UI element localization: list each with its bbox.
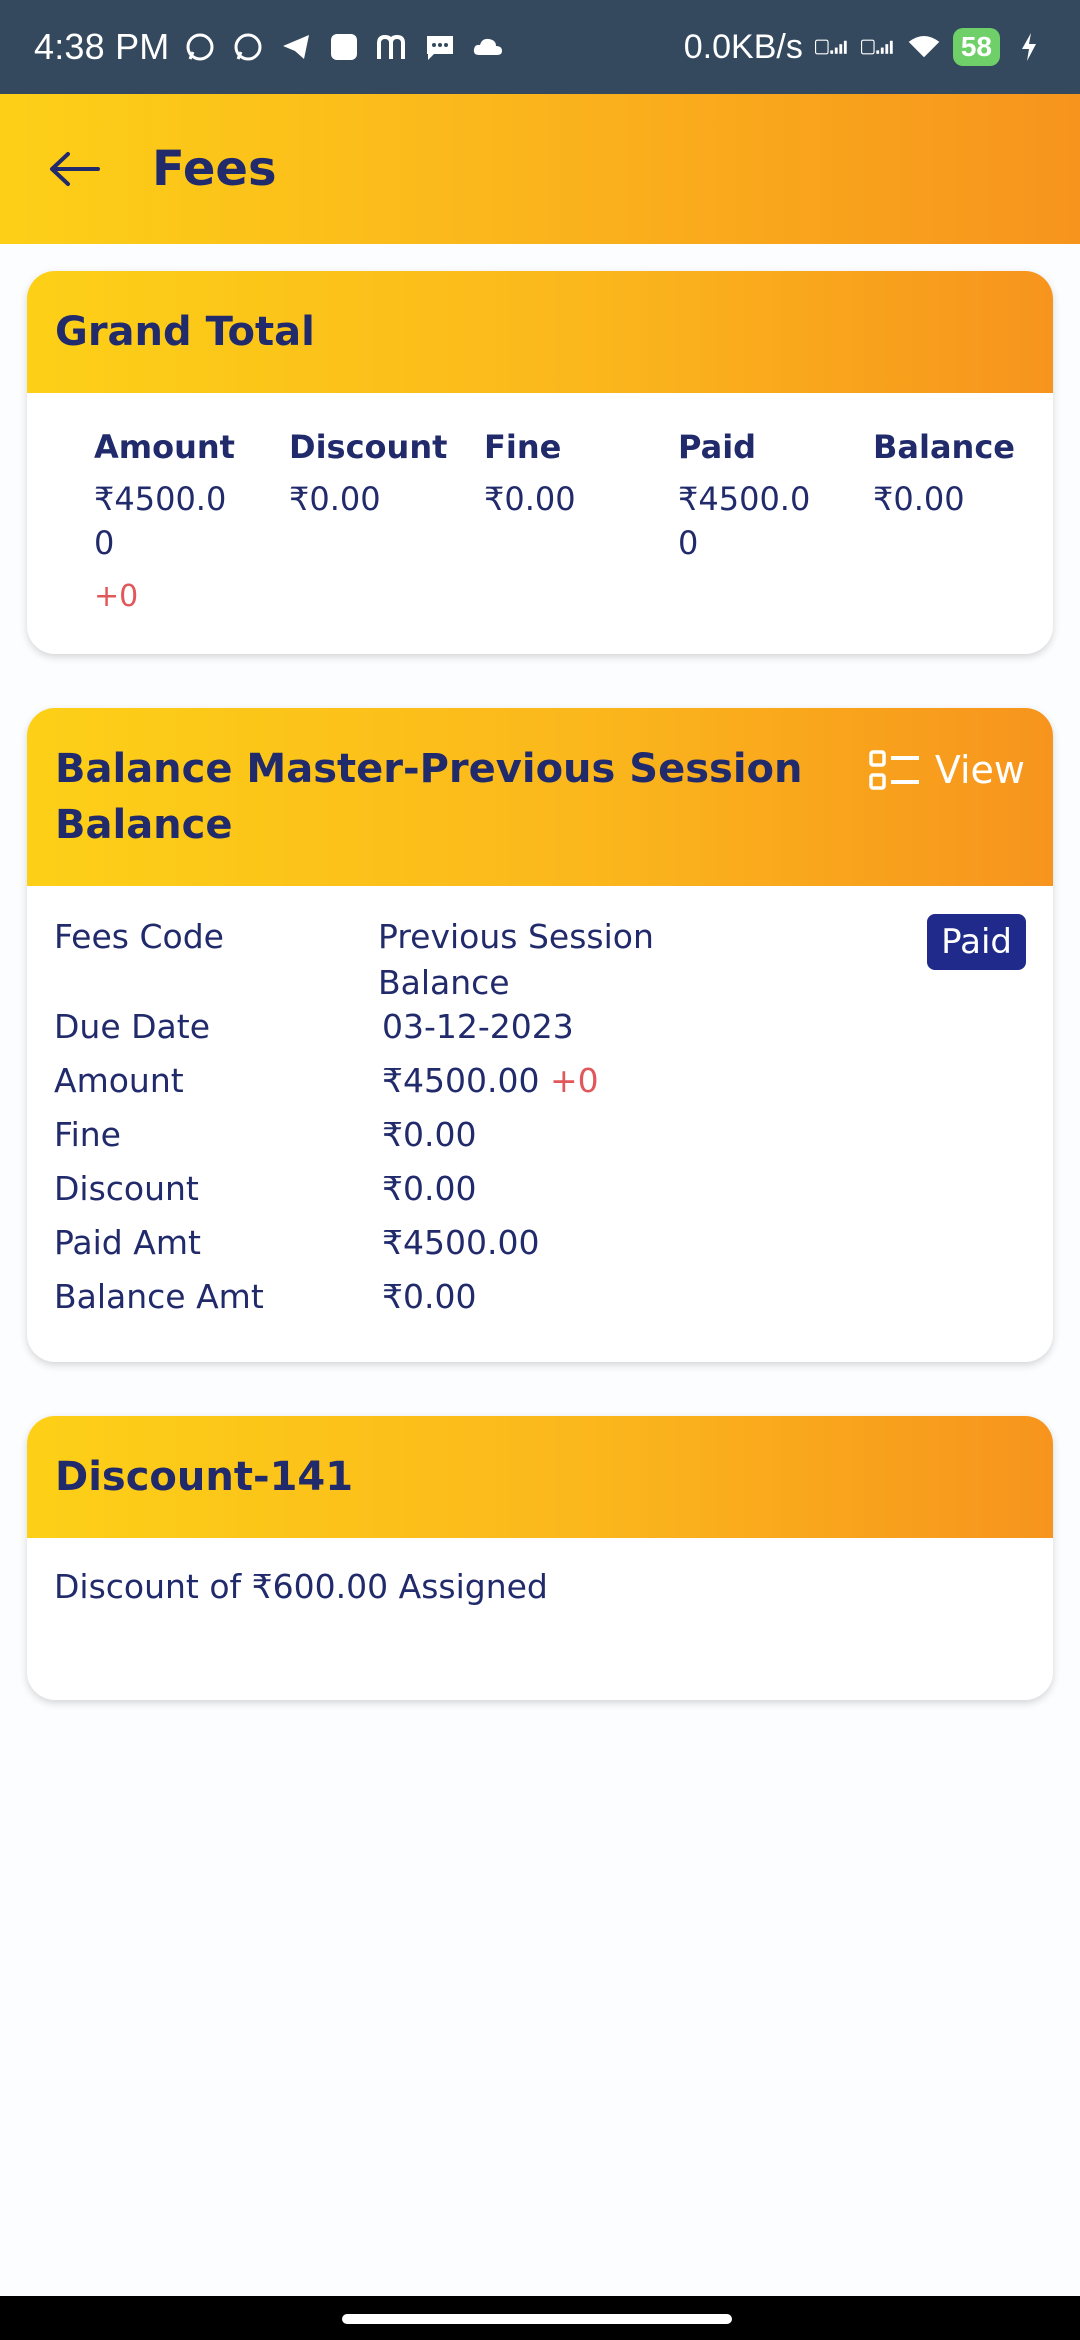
volte-signal-icon <box>814 30 849 64</box>
detail-label: Balance Amt <box>54 1277 264 1316</box>
gt-col-amount: Amount ₹4500.00 +0 <box>94 425 244 619</box>
amount-extra: +0 <box>549 1061 599 1100</box>
gt-col-balance: Balance ₹0.00 <box>873 425 1023 521</box>
status-right: 0.0KB/s 58 <box>684 28 1046 67</box>
balance-master-card: Balance Master-Previous Session Balance … <box>27 708 1053 1362</box>
detail-value: ₹0.00 <box>382 1115 477 1154</box>
cloud-icon <box>471 30 505 64</box>
notification-icons <box>183 30 505 64</box>
gt-col-discount: Discount ₹0.00 <box>289 425 448 521</box>
gt-header: Fine <box>484 428 562 466</box>
status-bar: 4:38 PM 0.0KB/s 58 <box>0 0 1080 94</box>
status-badge: Paid <box>927 914 1026 970</box>
whatsapp-icon <box>183 30 217 64</box>
detail-label: Fees Code <box>54 917 224 956</box>
detail-label: Discount <box>54 1169 199 1208</box>
gt-col-fine: Fine ₹0.00 <box>484 425 634 521</box>
app-square-icon <box>327 30 361 64</box>
whatsapp-business-icon <box>231 30 265 64</box>
discount-card: Discount-141 Discount of ₹600.00 Assigne… <box>27 1416 1053 1700</box>
telegram-icon <box>279 30 313 64</box>
status-time: 4:38 PM <box>34 26 170 67</box>
detail-value: ₹4500.00 <box>382 1223 540 1262</box>
gt-value: ₹4500.00 <box>94 480 227 562</box>
discount-text: Discount of ₹600.00 Assigned <box>54 1567 548 1606</box>
detail-value: ₹0.00 <box>382 1277 477 1316</box>
message-icon <box>423 30 457 64</box>
detail-value: ₹4500.00 +0 <box>382 1058 599 1104</box>
gt-header: Balance <box>873 428 1015 466</box>
balance-master-title: Balance Master-Previous Session Balance <box>55 746 803 848</box>
balance-master-header: Balance Master-Previous Session Balance … <box>27 708 1053 886</box>
m-logo-icon <box>375 30 409 64</box>
gt-header: Paid <box>678 428 757 466</box>
home-gesture-handle[interactable] <box>342 2314 732 2324</box>
battery-level: 58 <box>952 28 1000 66</box>
back-arrow-icon <box>50 152 100 186</box>
charging-icon <box>1012 30 1046 64</box>
list-view-icon <box>869 750 919 790</box>
grand-total-card: Grand Total Amount ₹4500.00 +0 Discount … <box>27 271 1053 654</box>
balance-master-details: Paid Fees Code Previous Session Balance … <box>27 886 1053 1362</box>
page-title: Fees <box>152 141 277 197</box>
volte-signal-2-icon <box>860 30 895 64</box>
gt-value: ₹0.00 <box>289 480 381 518</box>
app-bar: Fees <box>0 94 1080 244</box>
view-label: View <box>934 748 1025 792</box>
grand-total-columns: Amount ₹4500.00 +0 Discount ₹0.00 Fine ₹… <box>27 393 1053 654</box>
detail-value: Previous Session Balance <box>378 917 654 1002</box>
detail-label: Fine <box>54 1115 121 1154</box>
gt-value: ₹4500.00 <box>678 480 811 562</box>
detail-value: ₹0.00 <box>382 1169 477 1208</box>
wifi-icon <box>907 30 941 64</box>
system-nav-bar <box>0 2296 1080 2340</box>
gt-col-paid: Paid ₹4500.00 <box>678 425 828 565</box>
detail-label: Amount <box>54 1061 184 1100</box>
network-speed: 0.0KB/s <box>683 27 803 66</box>
gt-value: ₹0.00 <box>484 480 576 518</box>
gt-header: Discount <box>289 428 448 466</box>
detail-value: 03-12-2023 <box>382 1007 574 1046</box>
gt-value: ₹0.00 <box>873 480 965 518</box>
grand-total-title: Grand Total <box>55 309 315 355</box>
gt-header: Amount <box>94 428 235 466</box>
view-button[interactable]: View <box>869 748 1025 792</box>
discount-header: Discount-141 <box>27 1416 1053 1538</box>
gt-extra: +0 <box>94 579 139 614</box>
detail-label: Due Date <box>54 1007 210 1046</box>
back-button[interactable] <box>44 139 104 199</box>
amount-value: ₹4500.00 <box>382 1061 540 1100</box>
discount-title: Discount-141 <box>55 1454 354 1500</box>
detail-label: Paid Amt <box>54 1223 201 1262</box>
grand-total-header: Grand Total <box>27 271 1053 393</box>
